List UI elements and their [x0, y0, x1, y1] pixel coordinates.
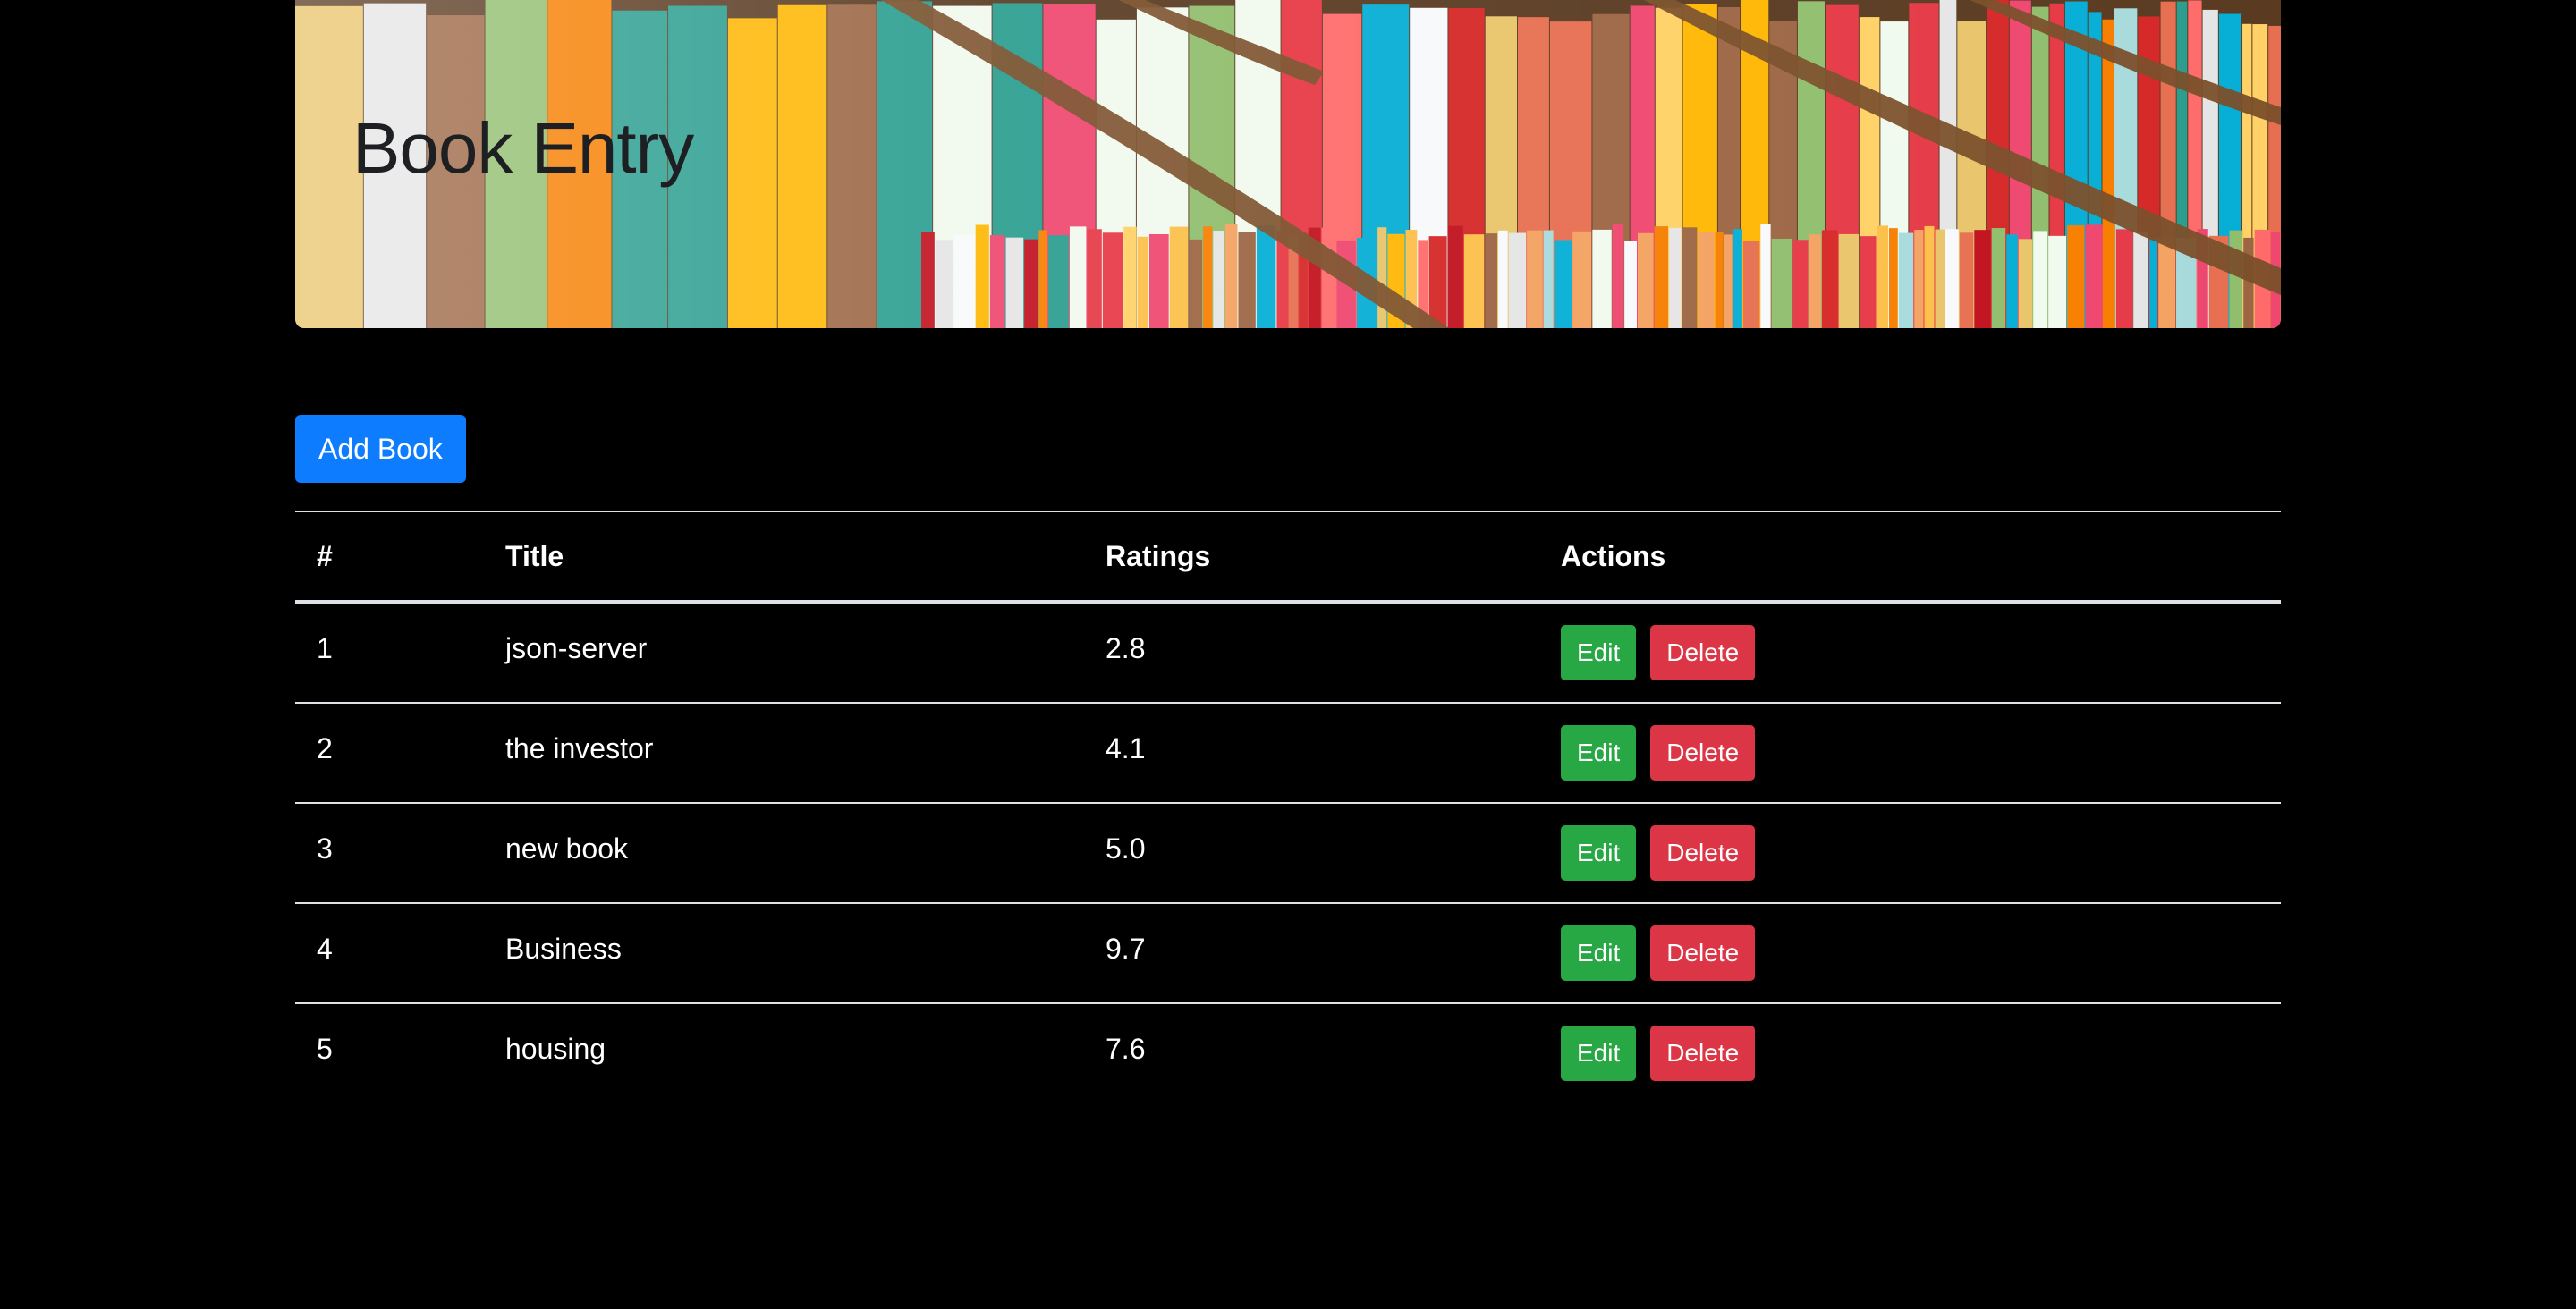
hero-banner: Book Entry [295, 0, 2281, 328]
row-number: 2 [317, 732, 333, 764]
book-rating: 9.7 [1106, 933, 1146, 965]
table-row: 5 housing 7.6 Edit Delete [295, 1003, 2281, 1102]
edit-button[interactable]: Edit [1561, 625, 1637, 680]
book-rating: 4.1 [1106, 732, 1146, 764]
row-number: 1 [317, 632, 333, 664]
cell-actions: Edit Delete [1539, 703, 2281, 804]
table-row: 4 Business 9.7 Edit Delete [295, 903, 2281, 1004]
header-number: # [295, 511, 484, 604]
header-title: Title [484, 511, 1084, 604]
delete-button[interactable]: Delete [1650, 825, 1756, 881]
book-title: new book [505, 832, 628, 865]
cell-rating: 9.7 [1084, 903, 1539, 1004]
row-number: 3 [317, 832, 333, 865]
book-rating: 7.6 [1106, 1033, 1146, 1065]
cell-actions: Edit Delete [1539, 803, 2281, 904]
cell-title: json-server [484, 602, 1084, 704]
delete-button[interactable]: Delete [1650, 625, 1756, 680]
page-container: Book Entry Add Book # Title Ratings Acti… [295, 0, 2281, 1081]
table-header-row: # Title Ratings Actions [295, 511, 2281, 604]
cell-title: the investor [484, 703, 1084, 804]
cell-number: 5 [295, 1003, 484, 1102]
cell-number: 2 [295, 703, 484, 804]
cell-actions: Edit Delete [1539, 903, 2281, 1004]
cell-number: 4 [295, 903, 484, 1004]
delete-button[interactable]: Delete [1650, 725, 1756, 781]
row-number: 5 [317, 1033, 333, 1065]
books-table: # Title Ratings Actions 1 json-server 2.… [295, 511, 2281, 1102]
book-title: json-server [505, 632, 648, 664]
book-title: housing [505, 1033, 606, 1065]
header-actions: Actions [1539, 511, 2281, 604]
table-row: 3 new book 5.0 Edit Delete [295, 803, 2281, 904]
add-book-button[interactable]: Add Book [295, 415, 466, 483]
table-row: 1 json-server 2.8 Edit Delete [295, 602, 2281, 704]
table-row: 2 the investor 4.1 Edit Delete [295, 703, 2281, 804]
cell-title: Business [484, 903, 1084, 1004]
book-rating: 2.8 [1106, 632, 1146, 664]
edit-button[interactable]: Edit [1561, 725, 1637, 781]
cell-actions: Edit Delete [1539, 1003, 2281, 1102]
row-number: 4 [317, 933, 333, 965]
cell-number: 3 [295, 803, 484, 904]
delete-button[interactable]: Delete [1650, 925, 1756, 981]
edit-button[interactable]: Edit [1561, 825, 1637, 881]
cell-title: housing [484, 1003, 1084, 1102]
edit-button[interactable]: Edit [1561, 925, 1637, 981]
edit-button[interactable]: Edit [1561, 1026, 1637, 1081]
cell-rating: 5.0 [1084, 803, 1539, 904]
delete-button[interactable]: Delete [1650, 1026, 1756, 1081]
book-title: Business [505, 933, 622, 965]
cell-title: new book [484, 803, 1084, 904]
cell-rating: 2.8 [1084, 602, 1539, 704]
cell-actions: Edit Delete [1539, 602, 2281, 704]
book-rating: 5.0 [1106, 832, 1146, 865]
cell-rating: 7.6 [1084, 1003, 1539, 1102]
cell-rating: 4.1 [1084, 703, 1539, 804]
page-title: Book Entry [352, 108, 694, 188]
cell-number: 1 [295, 602, 484, 704]
header-ratings: Ratings [1084, 511, 1539, 604]
book-title: the investor [505, 732, 654, 764]
